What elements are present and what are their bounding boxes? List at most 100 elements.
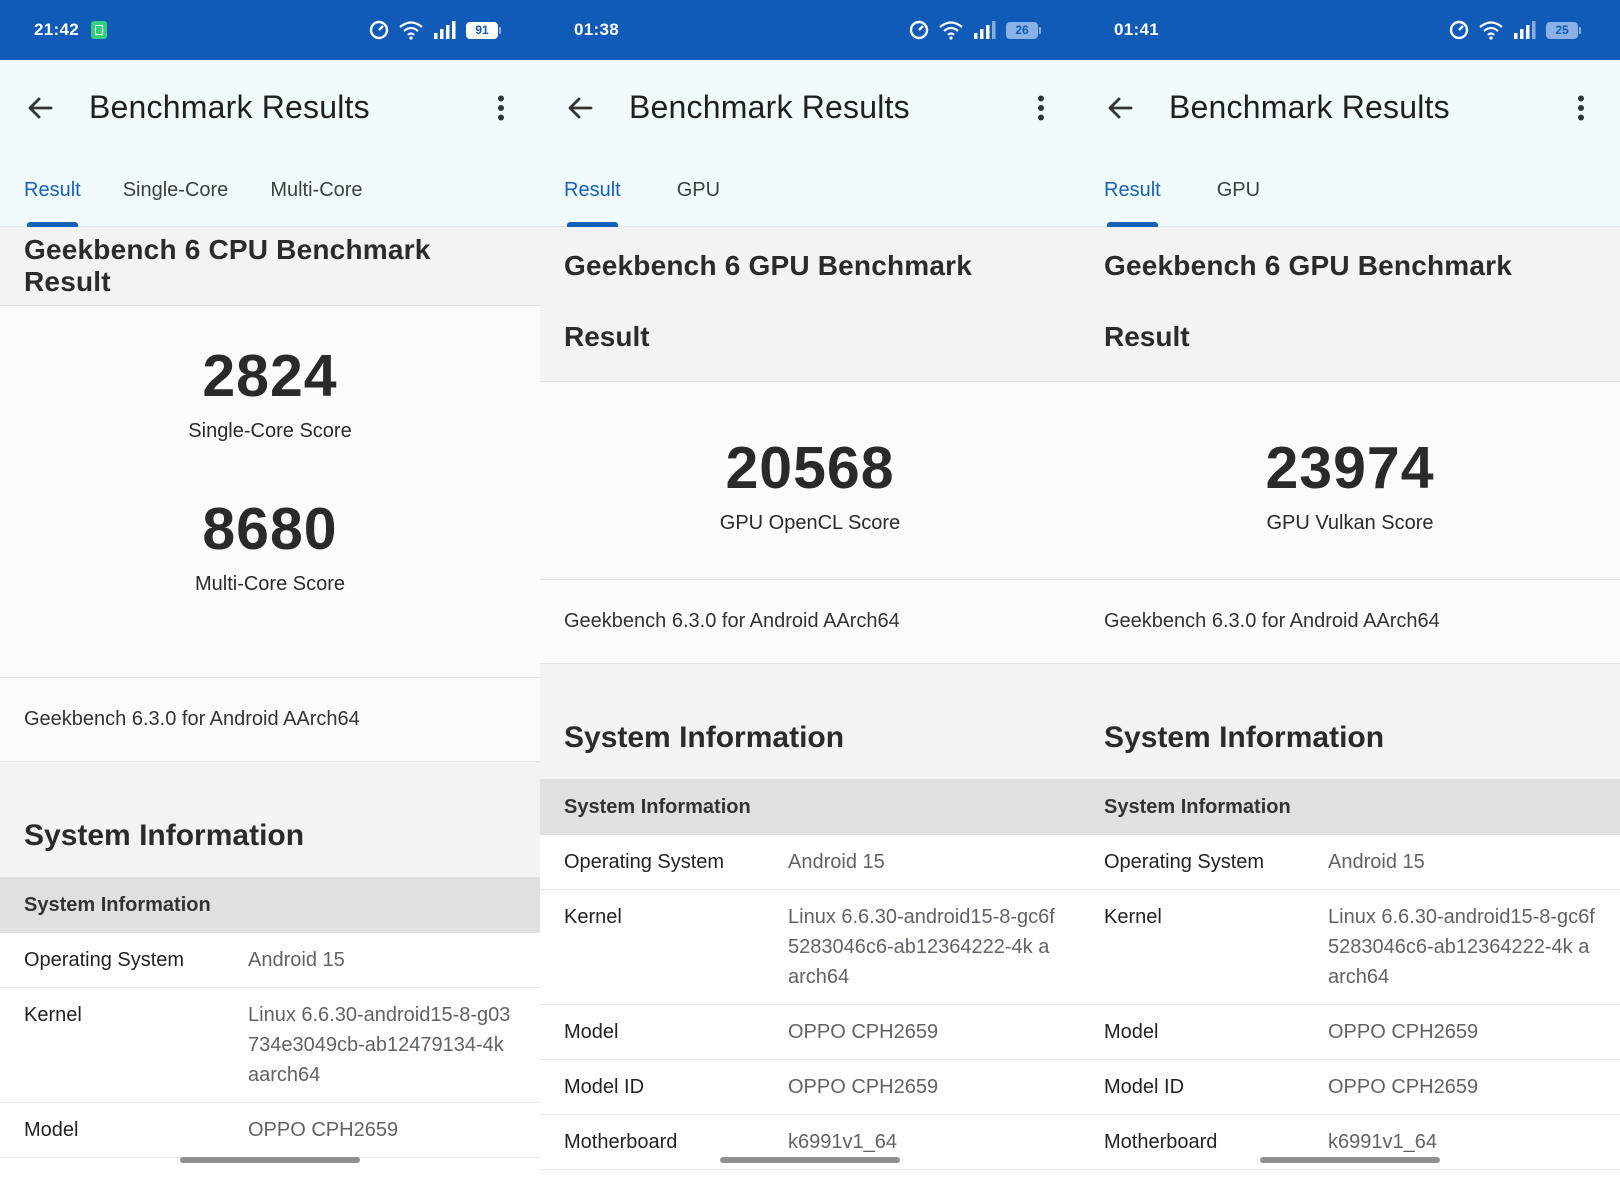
screenshot-stage: 21:42 91 Benchmark Results Result Single… xyxy=(0,0,1620,1188)
info-value: k6991v1_64 xyxy=(1328,1131,1437,1153)
result-header: Geekbench 6 GPU Benchmark Result xyxy=(540,227,1080,382)
info-value: Android 15 xyxy=(1328,851,1425,873)
info-value: OPPO CPH2659 xyxy=(788,1076,939,1098)
home-indicator[interactable] xyxy=(180,1157,360,1163)
info-row-kernel: Kernel Linux 6.6.30-android15-8-gc6f5283… xyxy=(540,890,1080,1005)
tab-single-core[interactable]: Single-Core xyxy=(123,155,229,226)
info-value: Linux 6.6.30-android15-8-gc6f5283046c6-a… xyxy=(788,906,1055,988)
result-title-line2: Result xyxy=(564,321,650,352)
data-saver-icon xyxy=(369,20,389,40)
info-key: Model xyxy=(564,1021,619,1043)
status-time: 21:42 xyxy=(34,20,79,39)
more-vert-icon[interactable] xyxy=(1566,88,1596,128)
info-row-model: Model OPPO CPH2659 xyxy=(1080,1005,1620,1060)
score-panel: 20568 GPU OpenCL Score xyxy=(540,382,1080,580)
system-information-title: System Information xyxy=(540,664,1080,779)
tab-bar: Result GPU xyxy=(1080,155,1620,227)
gpu-opencl-score-label: GPU OpenCL Score xyxy=(719,512,901,534)
tab-multi-core[interactable]: Multi-Core xyxy=(270,155,362,226)
system-information-title: System Information xyxy=(0,762,540,877)
version-info: Geekbench 6.3.0 for Android AArch64 xyxy=(540,580,1080,664)
info-key: Operating System xyxy=(1104,851,1265,873)
more-vert-icon[interactable] xyxy=(1026,88,1056,128)
signal-icon xyxy=(434,21,456,39)
single-core-score-label: Single-Core Score xyxy=(188,420,352,442)
home-indicator[interactable] xyxy=(720,1157,900,1163)
signal-icon xyxy=(974,21,996,39)
info-row-model: Model OPPO CPH2659 xyxy=(540,1005,1080,1060)
info-row-kernel: Kernel Linux 6.6.30-android15-8-gc6f5283… xyxy=(1080,890,1620,1005)
result-title-line2: Result xyxy=(1104,321,1190,352)
info-key: Operating System xyxy=(24,949,185,971)
arrow-back-icon[interactable] xyxy=(24,92,56,124)
wifi-icon xyxy=(939,21,963,40)
result-title: Geekbench 6 GPU Benchmark xyxy=(1104,250,1513,281)
info-key: Model ID xyxy=(1104,1076,1185,1098)
system-information-subheader: System Information xyxy=(0,877,540,933)
tab-result[interactable]: Result xyxy=(24,155,81,227)
info-row-os: Operating System Android 15 xyxy=(540,835,1080,890)
info-row-model-id: Model ID OPPO CPH2659 xyxy=(540,1060,1080,1115)
score-panel: 23974 GPU Vulkan Score xyxy=(1080,382,1620,580)
info-key: Kernel xyxy=(24,1004,82,1026)
tab-result[interactable]: Result xyxy=(1104,155,1161,227)
info-value: Linux 6.6.30-android15-8-gc6f5283046c6-a… xyxy=(1328,906,1595,988)
result-title: Geekbench 6 GPU Benchmark xyxy=(564,250,973,281)
status-bar: 01:41 25 xyxy=(1080,0,1620,60)
info-row-model-id: Model ID OPPO CPH2659 xyxy=(1080,1060,1620,1115)
info-key: Kernel xyxy=(1104,906,1162,928)
gpu-opencl-score: 20568 xyxy=(725,435,895,501)
info-key: Operating System xyxy=(564,851,725,873)
version-info: Geekbench 6.3.0 for Android AArch64 xyxy=(1080,580,1620,664)
system-information-subheader: System Information xyxy=(540,779,1080,835)
wifi-icon xyxy=(399,21,423,40)
info-value: OPPO CPH2659 xyxy=(788,1021,939,1043)
score-panel: 2824 Single-Core Score 8680 Multi-Core S… xyxy=(0,306,540,678)
info-key: Model ID xyxy=(564,1076,645,1098)
info-row-model: Model OPPO CPH2659 xyxy=(0,1103,540,1158)
version-info: Geekbench 6.3.0 for Android AArch64 xyxy=(0,678,540,762)
info-row-kernel: Kernel Linux 6.6.30-android15-8-g03734e3… xyxy=(0,988,540,1103)
info-row-os: Operating System Android 15 xyxy=(0,933,540,988)
multi-core-score: 8680 xyxy=(202,496,338,562)
battery-icon: 26 xyxy=(1006,21,1041,39)
tab-result[interactable]: Result xyxy=(564,155,621,227)
wifi-icon xyxy=(1479,21,1503,40)
system-information-subheader: System Information xyxy=(1080,779,1620,835)
page-title: Benchmark Results xyxy=(629,89,910,125)
info-value: Android 15 xyxy=(788,851,885,873)
page-title: Benchmark Results xyxy=(89,89,370,125)
gpu-vulkan-score: 23974 xyxy=(1265,435,1435,501)
info-value: Linux 6.6.30-android15-8-g03734e3049cb-a… xyxy=(248,1004,511,1086)
more-vert-icon[interactable] xyxy=(486,88,516,128)
arrow-back-icon[interactable] xyxy=(1104,92,1136,124)
result-header: Geekbench 6 CPU Benchmark Result xyxy=(0,227,540,306)
tab-gpu[interactable]: GPU xyxy=(677,155,720,226)
arrow-back-icon[interactable] xyxy=(564,92,596,124)
page-title: Benchmark Results xyxy=(1169,89,1450,125)
info-key: Model xyxy=(1104,1021,1159,1043)
info-key: Motherboard xyxy=(1104,1131,1218,1153)
info-value: OPPO CPH2659 xyxy=(1328,1021,1479,1043)
app-bar: Benchmark Results xyxy=(540,60,1080,155)
signal-icon xyxy=(1514,21,1536,39)
info-value: OPPO CPH2659 xyxy=(1328,1076,1479,1098)
multi-core-score-label: Multi-Core Score xyxy=(194,573,346,595)
info-value: k6991v1_64 xyxy=(788,1131,897,1153)
data-saver-icon xyxy=(1449,20,1469,40)
info-row-os: Operating System Android 15 xyxy=(1080,835,1620,890)
tab-gpu[interactable]: GPU xyxy=(1217,155,1260,226)
phone-gpu-opencl-result: 01:38 26 Benchmark Results Result GPU Ge… xyxy=(540,0,1080,1188)
home-indicator[interactable] xyxy=(1260,1157,1440,1163)
status-bar: 01:38 26 xyxy=(540,0,1080,60)
result-title: Geekbench 6 CPU Benchmark Result xyxy=(24,234,431,297)
result-header: Geekbench 6 GPU Benchmark Result xyxy=(1080,227,1620,382)
phone-gpu-vulkan-result: 01:41 25 Benchmark Results Result GPU Ge… xyxy=(1080,0,1620,1188)
battery-icon: 25 xyxy=(1546,21,1581,39)
data-saver-icon xyxy=(909,20,929,40)
notification-icon xyxy=(90,21,107,39)
single-core-score: 2824 xyxy=(202,343,338,409)
info-key: Kernel xyxy=(564,906,622,928)
status-time: 01:41 xyxy=(1114,20,1159,39)
status-time: 01:38 xyxy=(574,20,619,39)
